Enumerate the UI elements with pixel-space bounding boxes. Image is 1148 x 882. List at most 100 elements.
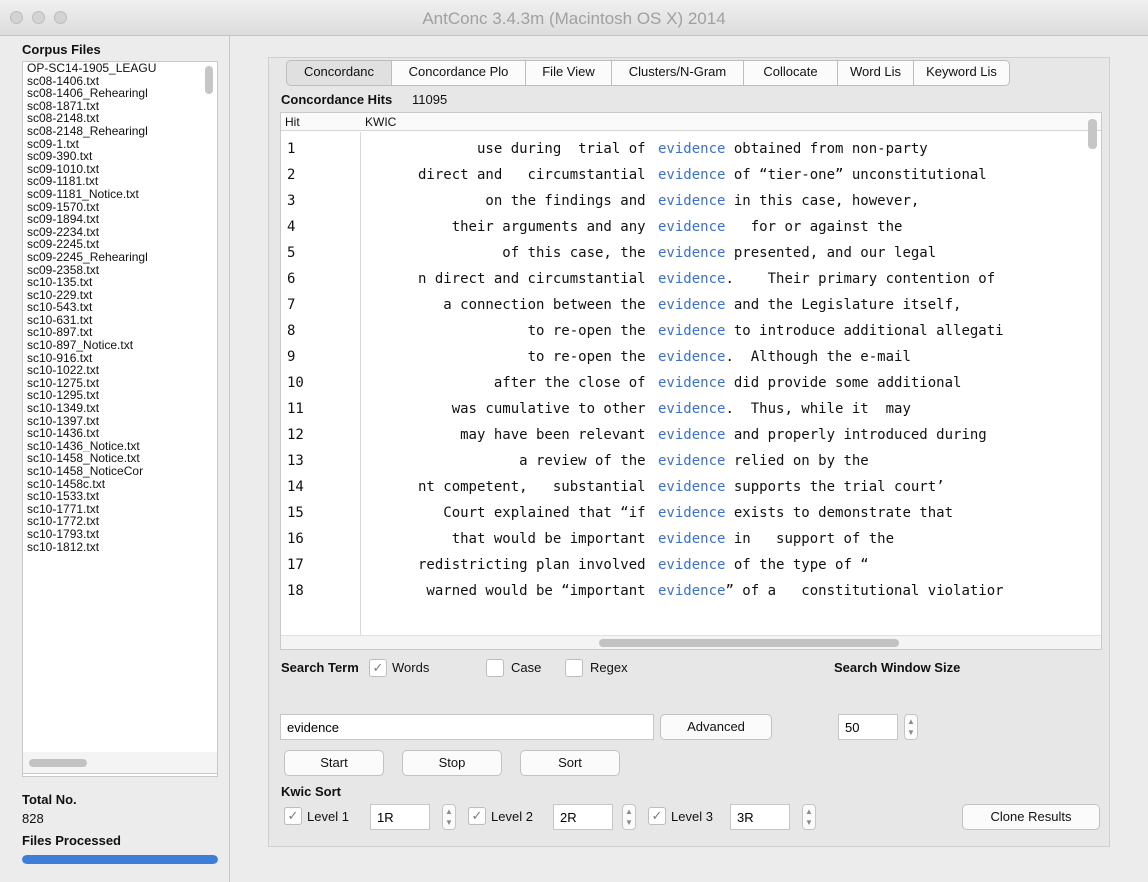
keyword-hit[interactable]: evidence [658, 531, 725, 547]
corpus-file-item[interactable]: sc08-1406_Rehearingl [23, 87, 217, 100]
corpus-file-item[interactable]: OP-SC14-1905_LEAGU [23, 62, 217, 75]
tab-concordance[interactable]: Concordanc [286, 60, 392, 86]
level-1-stepper[interactable]: ▲ ▼ [442, 804, 456, 830]
keyword-hit[interactable]: evidence [658, 453, 725, 469]
concordance-row[interactable]: 2 direct and circumstantial evidence of “… [281, 167, 1086, 193]
search-term-input[interactable] [280, 714, 654, 740]
corpus-file-item[interactable]: sc10-1458_NoticeCor [23, 465, 217, 478]
concordance-row[interactable]: 6 n direct and circumstantial evidence. T… [281, 271, 1086, 297]
keyword-hit[interactable]: evidence [658, 401, 725, 417]
column-header-hit[interactable]: Hit [285, 115, 300, 129]
corpus-file-item[interactable]: sc09-1894.txt [23, 213, 217, 226]
concordance-row[interactable]: 3 on the findings and evidence in this ca… [281, 193, 1086, 219]
words-checkbox[interactable]: ✓ [369, 659, 387, 677]
corpus-file-item[interactable]: sc09-1570.txt [23, 201, 217, 214]
corpus-file-item[interactable]: sc10-1295.txt [23, 389, 217, 402]
concordance-row[interactable]: 16 that would be important evidence in su… [281, 531, 1086, 557]
corpus-file-item[interactable]: sc10-543.txt [23, 301, 217, 314]
corpus-file-item[interactable]: sc10-229.txt [23, 289, 217, 302]
corpus-file-item[interactable]: sc10-1275.txt [23, 377, 217, 390]
keyword-hit[interactable]: evidence [658, 375, 725, 391]
corpus-file-item[interactable]: sc09-1181.txt [23, 175, 217, 188]
level-3-input[interactable] [730, 804, 790, 830]
keyword-hit[interactable]: evidence [658, 167, 725, 183]
corpus-file-item[interactable]: sc10-135.txt [23, 276, 217, 289]
corpus-file-item[interactable]: sc10-1397.txt [23, 415, 217, 428]
tab-keyword-list[interactable]: Keyword Lis [914, 60, 1010, 86]
keyword-hit[interactable]: evidence [658, 245, 725, 261]
level-1-input[interactable] [370, 804, 430, 830]
corpus-file-item[interactable]: sc10-1022.txt [23, 364, 217, 377]
corpus-file-item[interactable]: sc09-2358.txt [23, 264, 217, 277]
corpus-file-item[interactable]: sc10-1349.txt [23, 402, 217, 415]
tab-word-list[interactable]: Word Lis [838, 60, 914, 86]
concordance-row[interactable]: 10 after the close of evidence did provid… [281, 375, 1086, 401]
keyword-hit[interactable]: evidence [658, 557, 725, 573]
keyword-hit[interactable]: evidence [658, 141, 725, 157]
corpus-file-item[interactable]: sc10-1793.txt [23, 528, 217, 541]
level-2-input[interactable] [553, 804, 613, 830]
level-2-checkbox[interactable]: ✓ [468, 807, 486, 825]
tab-concordance-plot[interactable]: Concordance Plo [392, 60, 526, 86]
keyword-hit[interactable]: evidence [658, 323, 725, 339]
corpus-file-item[interactable]: sc10-1812.txt [23, 541, 217, 554]
sort-button[interactable]: Sort [520, 750, 620, 776]
case-checkbox[interactable] [486, 659, 504, 677]
concordance-row[interactable]: 1 use during trial of evidence obtained f… [281, 141, 1086, 167]
keyword-hit[interactable]: evidence [658, 297, 725, 313]
stop-button[interactable]: Stop [402, 750, 502, 776]
keyword-hit[interactable]: evidence [658, 479, 725, 495]
corpus-file-item[interactable]: sc10-1533.txt [23, 490, 217, 503]
corpus-file-item[interactable]: sc10-916.txt [23, 352, 217, 365]
keyword-hit[interactable]: evidence [658, 271, 725, 287]
file-list-scrollbar[interactable] [205, 66, 213, 94]
concordance-row[interactable]: 5 of this case, the evidence presented, a… [281, 245, 1086, 271]
search-window-size-input[interactable] [838, 714, 898, 740]
corpus-file-item[interactable]: sc08-2148.txt [23, 112, 217, 125]
corpus-file-item[interactable]: sc08-2148_Rehearingl [23, 125, 217, 138]
concordance-row[interactable]: 11 was cumulative to other evidence. Thus… [281, 401, 1086, 427]
concordance-row[interactable]: 17 redistricting plan involved evidence o… [281, 557, 1086, 583]
corpus-file-item[interactable]: sc10-1458_Notice.txt [23, 452, 217, 465]
corpus-file-item[interactable]: sc09-2234.txt [23, 226, 217, 239]
clone-results-button[interactable]: Clone Results [962, 804, 1100, 830]
level-1-checkbox[interactable]: ✓ [284, 807, 302, 825]
regex-checkbox[interactable] [565, 659, 583, 677]
file-list-hscrollbar[interactable] [22, 752, 218, 774]
tab-collocate[interactable]: Collocate [744, 60, 838, 86]
concordance-row[interactable]: 14 nt competent, substantial evidence sup… [281, 479, 1086, 505]
corpus-file-item[interactable]: sc09-390.txt [23, 150, 217, 163]
level-2-stepper[interactable]: ▲ ▼ [622, 804, 636, 830]
concordance-row[interactable]: 4 their arguments and any evidence for or… [281, 219, 1086, 245]
tab-clusters-ngram[interactable]: Clusters/N-Gram [612, 60, 744, 86]
keyword-hit[interactable]: evidence [658, 349, 725, 365]
concordance-row[interactable]: 18 warned would be “important evidence” o… [281, 583, 1086, 609]
advanced-button[interactable]: Advanced [660, 714, 772, 740]
corpus-file-item[interactable]: sc09-1.txt [23, 138, 217, 151]
search-window-size-stepper[interactable]: ▲ ▼ [904, 714, 918, 740]
keyword-hit[interactable]: evidence [658, 219, 725, 235]
corpus-file-item[interactable]: sc09-2245_Rehearingl [23, 251, 217, 264]
corpus-file-item[interactable]: sc10-1772.txt [23, 515, 217, 528]
concordance-row[interactable]: 13 a review of the evidence relied on by … [281, 453, 1086, 479]
concordance-vscrollbar[interactable] [1088, 119, 1097, 149]
keyword-hit[interactable]: evidence [658, 583, 725, 599]
corpus-file-item[interactable]: sc08-1406.txt [23, 75, 217, 88]
corpus-file-list[interactable]: OP-SC14-1905_LEAGU sc08-1406.txt sc08-1406… [22, 61, 218, 777]
corpus-file-item[interactable]: sc10-1458c.txt [23, 478, 217, 491]
corpus-file-item[interactable]: sc10-897.txt [23, 326, 217, 339]
concordance-table[interactable]: Hit KWIC 1 use during trial of evidence o… [280, 112, 1102, 650]
concordance-row[interactable]: 7 a connection between the evidence and t… [281, 297, 1086, 323]
corpus-file-item[interactable]: sc10-1436_Notice.txt [23, 440, 217, 453]
corpus-file-item[interactable]: sc08-1871.txt [23, 100, 217, 113]
column-header-kwic[interactable]: KWIC [365, 115, 396, 129]
corpus-file-item[interactable]: sc09-2245.txt [23, 238, 217, 251]
keyword-hit[interactable]: evidence [658, 193, 725, 209]
level-3-checkbox[interactable]: ✓ [648, 807, 666, 825]
concordance-row[interactable]: 9 to re-open the evidence. Although the e… [281, 349, 1086, 375]
concordance-row[interactable]: 15 Court explained that “if evidence exis… [281, 505, 1086, 531]
corpus-file-item[interactable]: sc10-897_Notice.txt [23, 339, 217, 352]
corpus-file-item[interactable]: sc10-1436.txt [23, 427, 217, 440]
concordance-row[interactable]: 8 to re-open the evidence to introduce ad… [281, 323, 1086, 349]
corpus-file-item[interactable]: sc10-1771.txt [23, 503, 217, 516]
